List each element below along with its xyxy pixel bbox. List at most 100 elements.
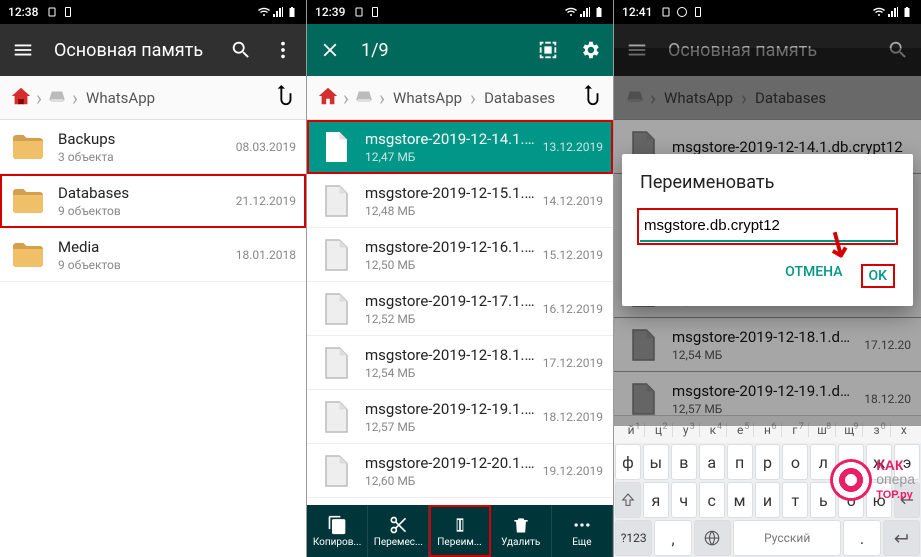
file-row[interactable]: msgstore-2019-12-15.1.db.crypt1212,48 МБ… [307, 174, 613, 228]
home-icon[interactable] [10, 85, 32, 111]
home-icon[interactable] [317, 85, 339, 111]
key[interactable]: ч [671, 482, 697, 518]
key[interactable]: ы [643, 444, 669, 480]
chevron-icon: › [379, 88, 385, 108]
key[interactable]: т [782, 482, 808, 518]
action-label: Удалить [501, 537, 540, 548]
action-move[interactable]: Перемес... [368, 505, 429, 557]
file-row-selected[interactable]: msgstore-2019-12-14.1.db.crypt12 12,47 М… [307, 120, 613, 174]
action-copy[interactable]: Копиров... [307, 505, 368, 557]
key[interactable]: в [671, 444, 697, 480]
folder-meta: 3 объекта [58, 150, 230, 164]
folder-icon [10, 183, 46, 219]
file-row[interactable]: msgstore-2019-12-19.1.db.crypt1212,57 МБ… [307, 390, 613, 444]
file-name: msgstore-2019-12-17.1.db.crypt12 [365, 292, 537, 310]
action-delete[interactable]: Удалить [491, 505, 552, 557]
chevron-icon: › [36, 88, 42, 108]
key[interactable]: м [727, 482, 753, 518]
watermark-text: КАК опера ТОР.ру [876, 458, 915, 501]
action-label: Перемес... [374, 537, 423, 548]
status-bar: 12:39 [307, 0, 613, 24]
screen-3: 12:41 Основная память › WhatsApp › Dat [614, 0, 921, 557]
file-size: 12,60 МБ [365, 474, 537, 488]
notif-icon [692, 6, 704, 18]
key[interactable]: и [755, 482, 781, 518]
space-key[interactable]: Русский [733, 520, 841, 556]
breadcrumb-item[interactable]: Databases [480, 87, 559, 109]
selection-bar: 1/9 [307, 24, 613, 76]
file-icon [317, 291, 353, 327]
disk-icon[interactable] [353, 87, 375, 109]
dialog-title: Переименовать [640, 172, 895, 193]
file-date: 14.12.2019 [543, 194, 603, 208]
symbols-key[interactable]: ?123 [615, 520, 652, 556]
file-date: 13.12.2019 [543, 140, 603, 154]
key[interactable]: с [699, 482, 725, 518]
gear-icon[interactable] [579, 39, 601, 61]
folder-row[interactable]: Media 9 объектов 18.01.2018 [0, 228, 306, 282]
up-icon[interactable] [274, 85, 296, 111]
notif-icon [660, 6, 672, 18]
folder-row-databases[interactable]: Databases 9 объектов 21.12.2019 [0, 174, 306, 228]
folder-meta: 9 объектов [58, 204, 230, 218]
file-row[interactable]: msgstore-2019-12-18.1.db.crypt1212,54 МБ… [307, 336, 613, 390]
folder-date: 08.03.2019 [236, 140, 296, 154]
folder-name: Backups [58, 130, 230, 148]
action-label: Еще [572, 537, 591, 548]
whatsapp-icon [676, 6, 688, 18]
disk-icon[interactable] [46, 87, 68, 109]
folder-icon [10, 237, 46, 273]
status-time: 12:38 [8, 5, 38, 19]
folder-row[interactable]: Backups 3 объекта 08.03.2019 [0, 120, 306, 174]
file-icon [317, 345, 353, 381]
breadcrumb-item[interactable]: WhatsApp [82, 87, 159, 109]
period-key[interactable]: . [843, 520, 880, 556]
key[interactable]: о [782, 444, 808, 480]
search-icon[interactable] [230, 39, 252, 61]
file-row[interactable]: msgstore-2019-12-17.1.db.crypt12 12,52 МБ… [307, 282, 613, 336]
status-time: 12:39 [315, 5, 345, 19]
file-row[interactable]: msgstore-2019-12-20.1.db.crypt12 12,60 МБ… [307, 444, 613, 498]
file-size: 12,57 МБ [365, 420, 537, 434]
file-row[interactable]: msgstore-2019-12-21.1.db.crypt1212,71 МБ… [307, 498, 613, 505]
key[interactable]: а [699, 444, 725, 480]
globe-key[interactable] [694, 520, 731, 556]
action-more[interactable]: Еще [552, 505, 613, 557]
menu-icon[interactable] [12, 39, 34, 61]
key[interactable]: ф [615, 444, 641, 480]
close-icon[interactable] [319, 39, 341, 61]
chevron-icon: › [343, 88, 349, 108]
file-icon [317, 453, 353, 489]
file-name: msgstore-2019-12-20.1.db.crypt12 [365, 454, 537, 472]
screen-1: 12:38 Основная память › › WhatsApp Backu… [0, 0, 307, 557]
select-all-icon[interactable] [537, 39, 559, 61]
file-name: msgstore-2019-12-16.1.db.crypt12 [365, 238, 537, 256]
appbar-title: Основная память [54, 40, 210, 61]
file-icon [317, 237, 353, 273]
action-rename[interactable]: Переим... [429, 505, 490, 557]
shift-key[interactable] [615, 482, 641, 518]
up-icon[interactable] [581, 85, 603, 111]
action-bar: Копиров... Перемес... Переим... Удалить … [307, 505, 613, 557]
file-name: msgstore-2019-12-18.1.db.crypt12 [365, 346, 537, 364]
enter-key[interactable] [883, 520, 920, 556]
file-size: 12,52 МБ [365, 312, 537, 326]
key[interactable]: р [755, 444, 781, 480]
key[interactable]: п [727, 444, 753, 480]
rename-dialog: Переименовать ОТМЕНА OK [622, 154, 913, 306]
breadcrumb: › › WhatsApp [0, 76, 306, 120]
folder-date: 21.12.2019 [236, 194, 296, 208]
comma-key[interactable]: , [654, 520, 691, 556]
key[interactable]: я [643, 482, 669, 518]
status-bar: 12:38 [0, 0, 306, 24]
selection-count: 1/9 [361, 40, 517, 61]
ok-button[interactable]: OK [861, 264, 896, 288]
more-icon[interactable] [272, 39, 294, 61]
file-row[interactable]: msgstore-2019-12-16.1.db.crypt12 12,50 МБ… [307, 228, 613, 282]
wifi-icon [565, 6, 577, 18]
keyboard-row: ?123 , Русский . [614, 519, 921, 557]
breadcrumb-item[interactable]: WhatsApp [389, 87, 466, 109]
chevron-icon: › [72, 88, 78, 108]
file-size: 12,50 МБ [365, 258, 537, 272]
notif-icon [62, 6, 74, 18]
